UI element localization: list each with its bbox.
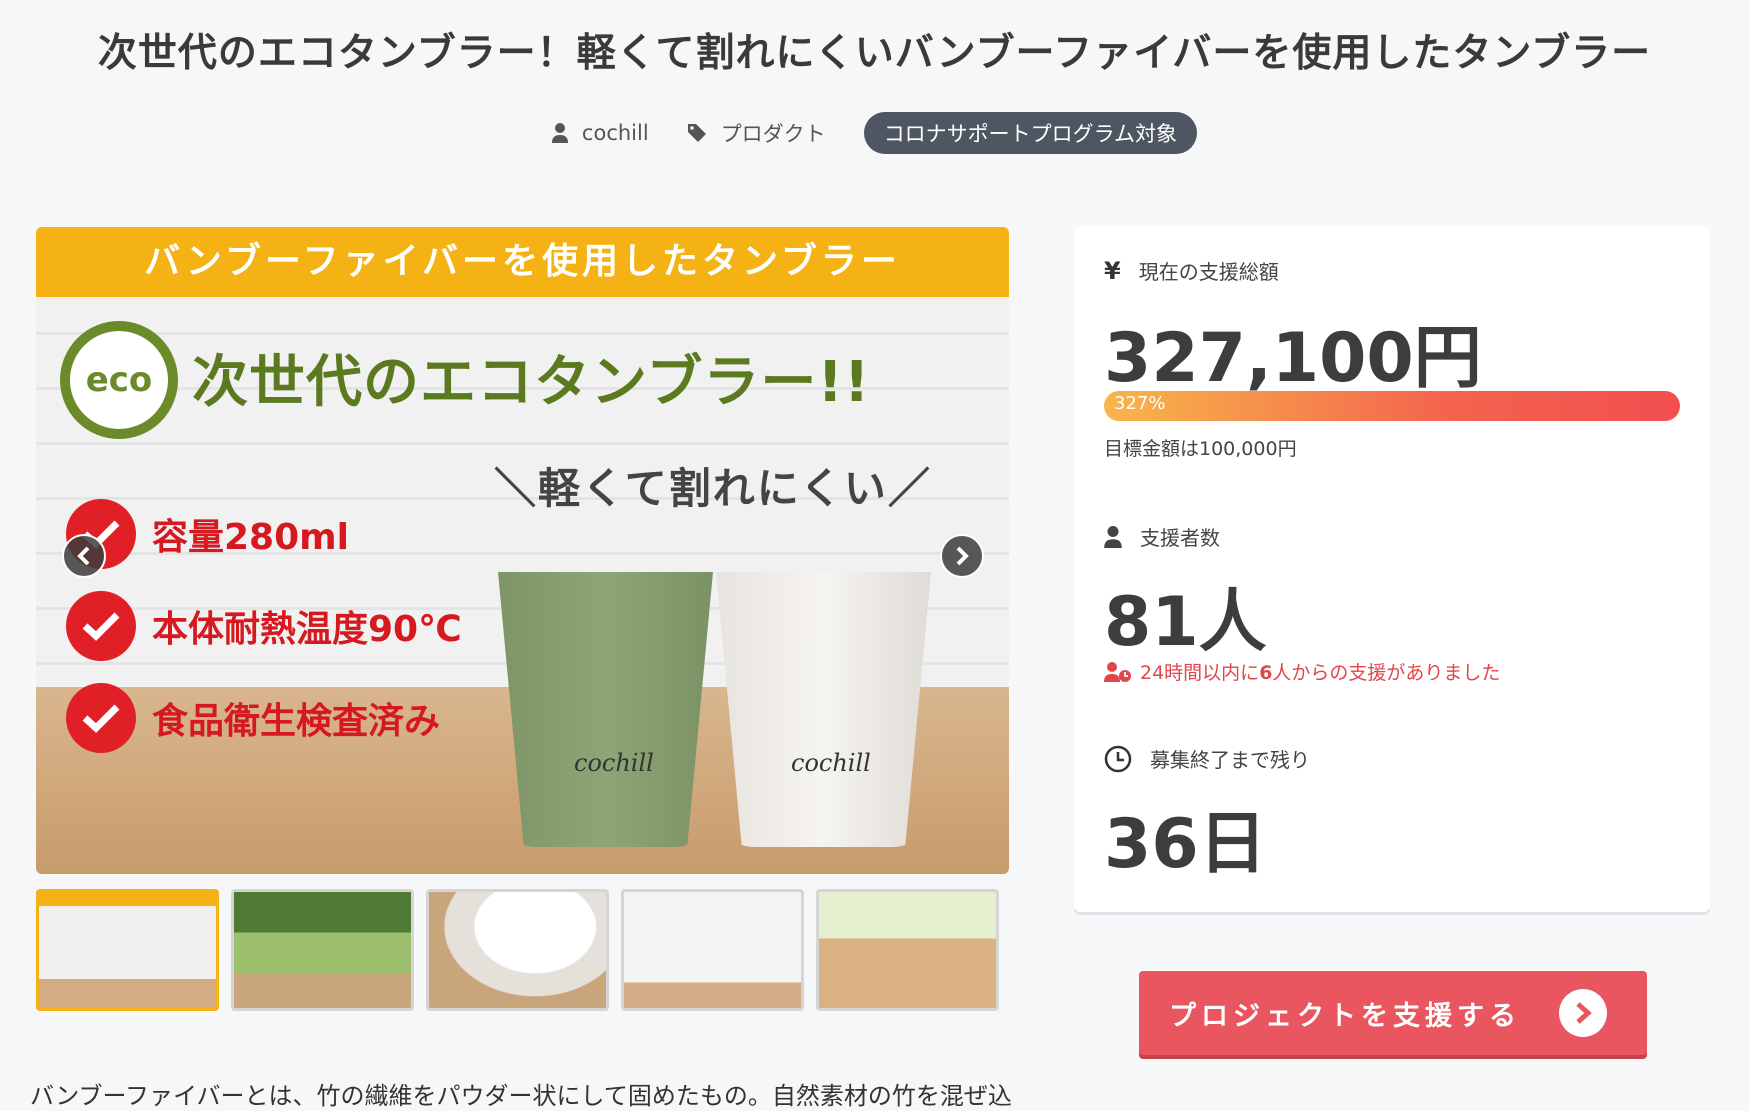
- recent-suffix: 人からの支援がありました: [1272, 662, 1501, 684]
- feature-text: 容量280ml: [152, 517, 349, 558]
- supporters-value: 81人: [1104, 583, 1267, 662]
- thumbnail-2[interactable]: [231, 889, 414, 1011]
- thumbnail-3[interactable]: [426, 889, 609, 1011]
- remaining-label-text: 募集終了まで残り: [1150, 748, 1310, 772]
- supporters-label-text: 支援者数: [1140, 526, 1220, 550]
- recent-supporters: 24時間以内に6人からの支援がありました: [1104, 658, 1500, 685]
- yen-icon: ¥: [1104, 256, 1121, 285]
- supporters-label: 支援者数: [1104, 522, 1220, 551]
- feature-capacity: 容量280ml: [66, 499, 349, 569]
- support-button-label: プロジェクトを支援する: [1169, 1000, 1521, 1032]
- support-project-button[interactable]: プロジェクトを支援する: [1139, 971, 1647, 1055]
- remaining-label: 募集終了まで残り: [1104, 744, 1310, 773]
- project-meta: cochill プロダクト コロナサポートプログラム対象: [0, 112, 1749, 154]
- total-amount-label: ¥ 現在の支援総額: [1104, 256, 1279, 285]
- total-label-text: 現在の支援総額: [1138, 260, 1279, 284]
- progress-fill: [1104, 391, 1680, 421]
- white-cup: [716, 572, 931, 847]
- tag-icon: [687, 124, 706, 142]
- hero-headline: 次世代のエコタンブラー!!: [192, 350, 871, 415]
- check-icon: [66, 591, 136, 661]
- page-title: 次世代のエコタンブラー！軽くて割れにくいバンブーファイバーを使用したタンブラー: [97, 31, 1652, 76]
- user-clock-icon: [1104, 661, 1131, 682]
- feature-food-safety: 食品衛生検査済み: [66, 683, 440, 753]
- thumbnail-1[interactable]: [36, 889, 219, 1011]
- program-badge[interactable]: コロナサポートプログラム対象: [863, 112, 1198, 154]
- category-name: プロダクト: [720, 122, 826, 146]
- thumbnail-strip: [36, 889, 999, 1011]
- user-icon: [551, 123, 568, 143]
- user-icon: [1104, 525, 1122, 548]
- remaining-value: 36日: [1104, 805, 1267, 884]
- recent-count: 6: [1259, 662, 1273, 684]
- check-icon: [66, 683, 136, 753]
- hero-subheadline: ＼軽くて割れにくい／: [494, 464, 932, 513]
- thumbnail-4[interactable]: [621, 889, 804, 1011]
- next-arrow-icon[interactable]: [940, 534, 984, 578]
- eco-logo: eco: [60, 321, 178, 439]
- progress-percent: 327%: [1114, 393, 1166, 414]
- cup-brand: cochill: [574, 749, 654, 777]
- clock-icon: [1104, 745, 1132, 772]
- feature-text: 本体耐熱温度90℃: [152, 609, 462, 650]
- author-name: cochill: [581, 121, 649, 145]
- recent-prefix: 24時間以内に: [1140, 662, 1260, 684]
- cup-brand: cochill: [791, 749, 871, 777]
- main-image[interactable]: バンブーファイバーを使用したタンブラー eco 次世代のエコタンブラー!! ＼軽…: [36, 227, 1009, 874]
- feature-text: 食品衛生検査済み: [152, 701, 441, 742]
- funding-stats-panel: ¥ 現在の支援総額 327,100円 327% 目標金額は100,000円 支援…: [1074, 226, 1710, 912]
- green-cup: [498, 572, 713, 847]
- category-link[interactable]: プロダクト: [687, 118, 826, 148]
- feature-heat: 本体耐熱温度90℃: [66, 591, 462, 661]
- progress-bar: 327%: [1104, 391, 1680, 421]
- total-amount-value: 327,100円: [1104, 319, 1482, 398]
- description-text: バンブーファイバーとは、竹の繊維をパウダー状にして固めたもの。自然素材の竹を混ぜ…: [30, 1082, 1012, 1110]
- author-link[interactable]: cochill: [551, 121, 649, 145]
- prev-arrow-icon[interactable]: [62, 534, 106, 578]
- chevron-right-icon: [1559, 989, 1607, 1037]
- thumbnail-5[interactable]: [816, 889, 999, 1011]
- goal-amount: 目標金額は100,000円: [1104, 438, 1297, 460]
- eco-logo-text: eco: [85, 360, 153, 400]
- hero-band-text: バンブーファイバーを使用したタンブラー: [36, 227, 1009, 297]
